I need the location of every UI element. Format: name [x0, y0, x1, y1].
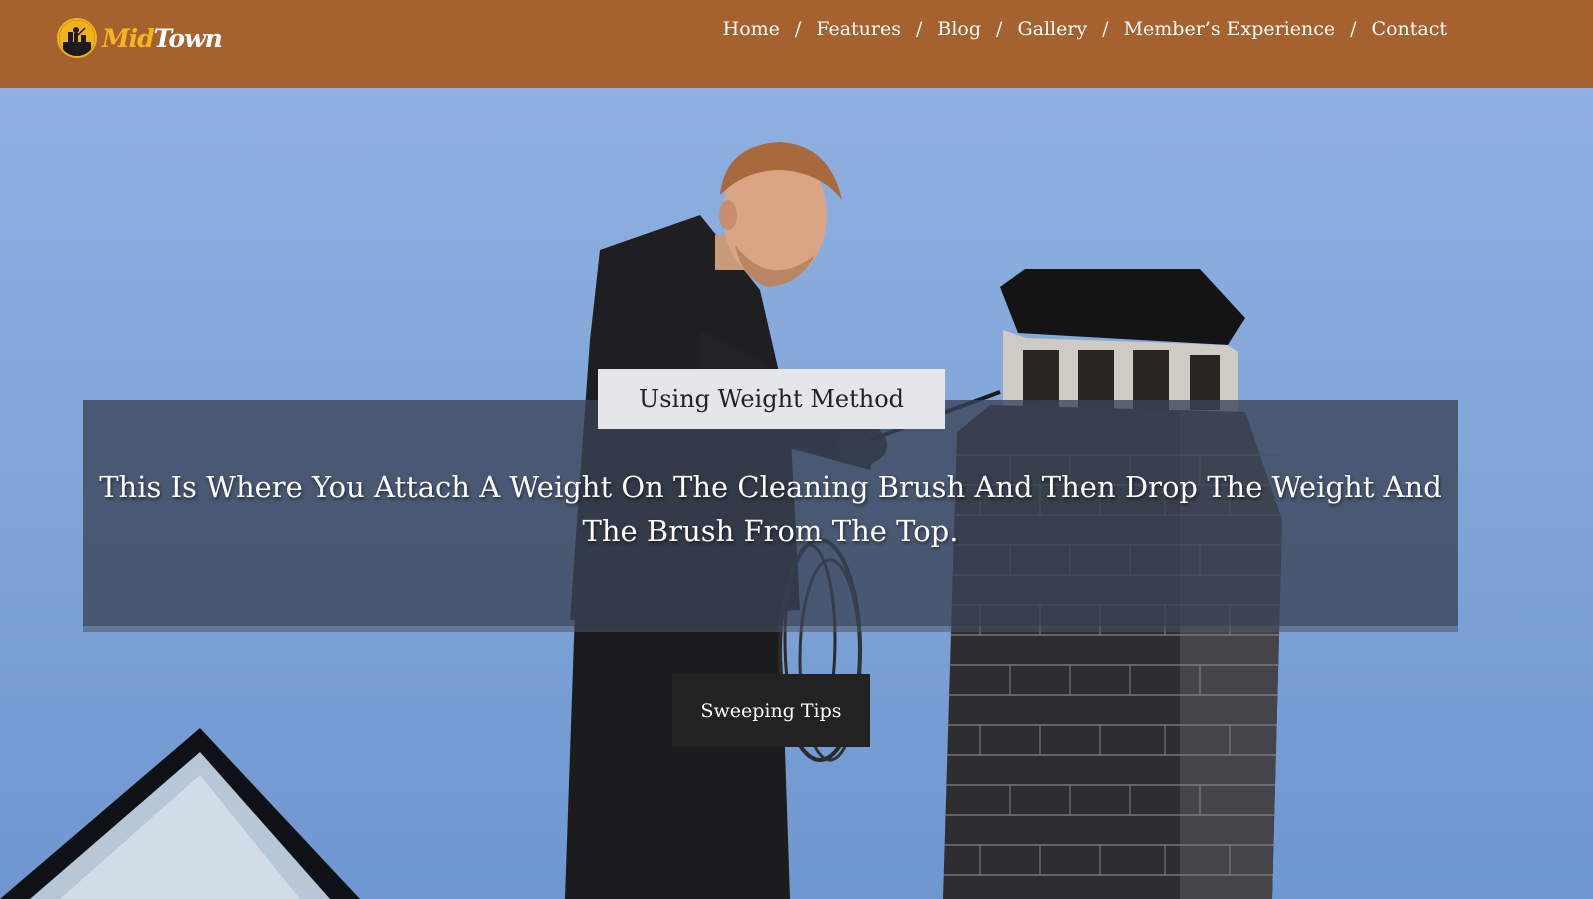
site-header: MidTown Home / Features / Blog / Gallery…: [0, 0, 1593, 88]
logo-text-mid: Mid: [102, 23, 155, 53]
nav-features[interactable]: Features: [816, 18, 901, 40]
nav-home[interactable]: Home: [723, 18, 780, 40]
main-nav: Home / Features / Blog / Gallery / Membe…: [723, 18, 1447, 40]
chimney-sweep-logo-icon: [57, 18, 97, 58]
hero-caption-tag: Using Weight Method: [598, 369, 945, 429]
site-logo[interactable]: MidTown: [57, 17, 223, 59]
nav-gallery[interactable]: Gallery: [1017, 18, 1087, 40]
nav-contact[interactable]: Contact: [1372, 18, 1447, 40]
logo-text-town: Town: [153, 23, 223, 53]
logo-wordmark: MidTown: [102, 23, 223, 53]
page: MidTown Home / Features / Blog / Gallery…: [0, 0, 1593, 899]
nav-separator: /: [794, 18, 802, 40]
hero-caption-text: This Is Where You Attach A Weight On The…: [99, 470, 1442, 548]
nav-separator: /: [915, 18, 923, 40]
nav-separator: /: [1350, 18, 1357, 40]
sweeping-tips-button[interactable]: Sweeping Tips: [672, 674, 870, 747]
roof-window: [0, 728, 360, 899]
nav-separator: /: [1102, 18, 1109, 40]
nav-blog[interactable]: Blog: [937, 18, 981, 40]
nav-members-experience[interactable]: Member’s Experience: [1124, 18, 1336, 40]
nav-separator: /: [996, 18, 1003, 40]
